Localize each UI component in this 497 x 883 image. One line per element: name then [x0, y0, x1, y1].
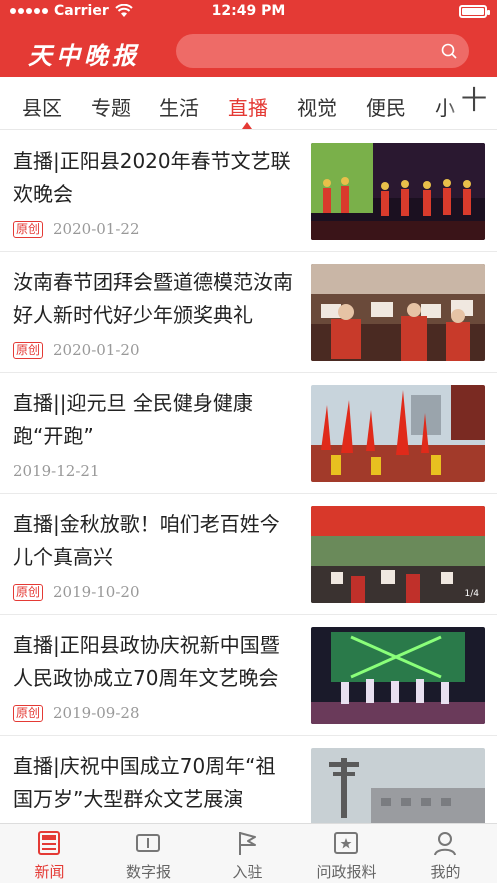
image-counter: 1/4 [464, 589, 479, 599]
news-meta: 原创 2020-01-22 [13, 220, 140, 238]
tabbar-report[interactable]: 问政报料 [297, 824, 396, 883]
news-title: 直播|正阳县政协庆祝新中国暨人民政协成立70周年文艺晚会 [13, 633, 280, 690]
tab-live[interactable]: 直播 [228, 92, 268, 121]
news-item[interactable]: 直播||迎元旦 全民健身健康跑“开跑” 2019-12-21 [0, 373, 497, 494]
original-badge: 原创 [13, 220, 44, 238]
news-thumbnail [311, 143, 485, 240]
news-title: 汝南春节团拜会暨道德模范汝南好人新时代好少年颁奖典礼 [13, 270, 293, 327]
search-input[interactable] [176, 34, 469, 68]
news-item[interactable]: 直播|正阳县2020年春节文艺联欢晚会 原创 2020-01-22 [0, 131, 497, 252]
news-item[interactable]: 汝南春节团拜会暨道德模范汝南好人新时代好少年颁奖典礼 原创 2020-01-20 [0, 252, 497, 373]
tabbar-label: 问政报料 [316, 863, 377, 881]
tabbar-news[interactable]: 新闻 [0, 824, 99, 883]
original-badge: 原创 [13, 341, 44, 359]
search-icon[interactable] [441, 43, 457, 59]
tabbar-label: 入驻 [232, 863, 263, 881]
flag-icon [239, 832, 256, 855]
tabbar-label: 新闻 [34, 863, 65, 881]
tabbar-digital-paper[interactable]: 数字报 [99, 824, 198, 883]
user-icon [434, 832, 456, 856]
news-date: 2019-09-28 [53, 704, 140, 722]
news-date: 2020-01-22 [53, 220, 140, 238]
news-icon [38, 831, 60, 855]
bottom-tab-bar: 新闻 数字报 入驻 问政报料 我的 [0, 823, 497, 883]
tab-visual[interactable]: 视觉 [297, 92, 337, 121]
news-title: 直播|金秋放歌！咱们老百姓今儿个真高兴 [13, 512, 280, 569]
battery-icon [459, 5, 490, 18]
newspaper-icon [136, 834, 160, 852]
news-item[interactable]: 直播|正阳县政协庆祝新中国暨人民政协成立70周年文艺晚会 原创 2019-09-… [0, 615, 497, 736]
original-badge: 原创 [13, 704, 44, 722]
tab-convenience[interactable]: 便民 [366, 92, 406, 121]
tabbar-label: 数字报 [125, 863, 171, 881]
news-date: 2019-10-20 [53, 583, 140, 601]
category-tabs: 县区 专题 生活 直播 视觉 便民 小 十 [0, 77, 497, 130]
tab-county[interactable]: 县区 [22, 92, 62, 121]
tabbar-join[interactable]: 入驻 [198, 824, 297, 883]
tab-life[interactable]: 生活 [159, 92, 199, 121]
news-item[interactable]: 直播|金秋放歌！咱们老百姓今儿个真高兴 原创 2019-10-20 1/4 [0, 494, 497, 615]
original-badge: 原创 [13, 583, 44, 601]
news-list: 直播|正阳县2020年春节文艺联欢晚会 原创 2020-01-22 汝南春节团拜… [0, 131, 497, 857]
app-logo: 天中晚报 [28, 41, 140, 70]
tab-topics[interactable]: 专题 [91, 92, 131, 121]
news-thumbnail [311, 264, 485, 361]
news-meta: 原创 2019-10-20 [13, 583, 140, 601]
report-icon [334, 832, 358, 854]
news-thumbnail [311, 627, 485, 724]
news-title: 直播|庆祝中国成立70周年“祖国万岁”大型群众文艺展演 [13, 754, 276, 811]
news-thumbnail [311, 385, 485, 482]
status-bar: Carrier 12:49 PM [0, 0, 497, 24]
news-meta: 2019-12-21 [13, 462, 99, 480]
active-tab-indicator [242, 122, 252, 129]
clock: 12:49 PM [211, 3, 286, 19]
tabbar-mine[interactable]: 我的 [396, 824, 495, 883]
news-title: 直播|正阳县2020年春节文艺联欢晚会 [13, 149, 291, 206]
news-date: 2020-01-20 [53, 341, 140, 359]
news-meta: 原创 2019-09-28 [13, 704, 140, 722]
app-header: Carrier 12:49 PM 天中晚报 [0, 0, 497, 77]
news-thumbnail: 1/4 [311, 506, 485, 603]
news-meta: 原创 2020-01-20 [13, 341, 140, 359]
news-title: 直播||迎元旦 全民健身健康跑“开跑” [13, 391, 253, 448]
tabbar-label: 我的 [430, 863, 461, 881]
add-channel-icon[interactable]: 十 [461, 87, 487, 115]
news-date: 2019-12-21 [13, 462, 100, 480]
